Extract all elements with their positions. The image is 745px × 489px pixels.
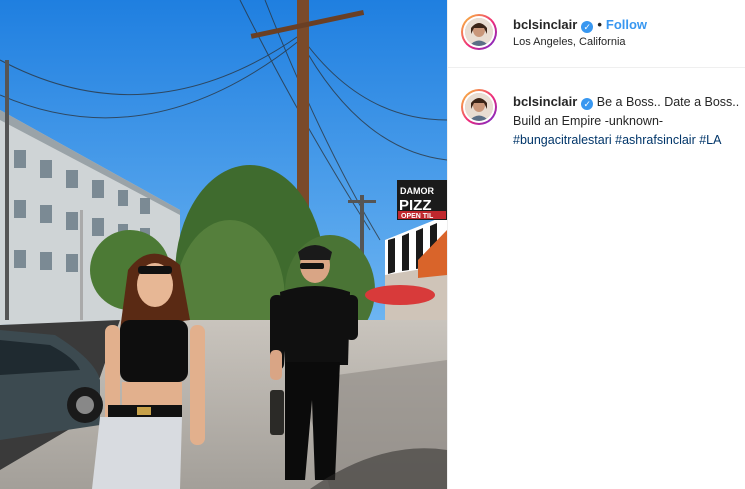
caption-line-2: Build an Empire -unknown- [513, 114, 664, 128]
avatar[interactable] [461, 14, 497, 50]
verified-badge-icon: ✓ [581, 21, 594, 33]
post-side-panel: bclsinclair ✓ • Follow Los Angeles, Califor… [447, 0, 745, 489]
profile-picture [465, 18, 493, 46]
caption-hashtags[interactable]: #bungacitralestari #ashrafsinclair #LA [513, 131, 745, 150]
sign-damor: DAMOR [400, 186, 434, 196]
verified-badge-icon: ✓ [581, 98, 594, 110]
header-username-row: bclsinclair ✓ • Follow [513, 17, 647, 33]
street-scene-image: DAMOR PIZZ OPEN TIL [0, 0, 447, 489]
sign-open: OPEN TIL [401, 213, 434, 220]
caption-avatar[interactable] [461, 89, 497, 125]
caption-first-line: Be a Boss.. Date a Boss.. [596, 95, 740, 109]
separator-dot: • [597, 17, 602, 32]
username-link[interactable]: bclsinclair [513, 17, 577, 32]
profile-picture [465, 93, 493, 121]
caption-line-1: bclsinclair ✓ Be a Boss.. Date a Boss.. [513, 92, 745, 112]
caption-username-link[interactable]: bclsinclair [513, 94, 577, 109]
location-link[interactable]: Los Angeles, California [513, 36, 626, 48]
post-photo[interactable]: DAMOR PIZZ OPEN TIL [0, 0, 447, 489]
post-header: bclsinclair ✓ • Follow Los Angeles, Califor… [448, 0, 745, 68]
follow-button[interactable]: Follow [606, 17, 647, 32]
caption-text: bclsinclair ✓ Be a Boss.. Date a Boss.. B… [513, 92, 745, 150]
